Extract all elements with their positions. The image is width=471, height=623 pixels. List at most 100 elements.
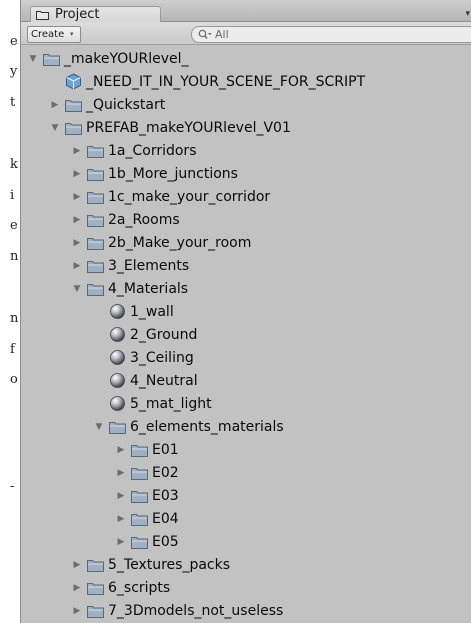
tree-row-label: E01 [152,442,179,458]
tree-row-label: 2b_Make_your_room [108,235,252,251]
folder-icon [131,537,148,549]
create-button-label: Create [31,29,65,40]
expand-arrow-right-icon[interactable]: ▶ [72,554,82,576]
expand-arrow-right-icon[interactable]: ▶ [72,140,82,162]
folder-icon [43,54,60,66]
tree-row-folder[interactable]: ▶ _Quickstart [21,94,471,116]
tree-row-folder[interactable]: ▼ 4_Materials [21,278,471,300]
dropdown-caret-icon: ▾ [70,30,74,38]
tree-row-folder[interactable]: ▶ E02 [21,462,471,484]
create-button[interactable]: Create ▾ [27,26,81,43]
folder-icon [109,422,126,434]
tree-row-asset[interactable]: _NEED_IT_IN_YOUR_SCENE_FOR_SCRIPT [21,71,471,93]
tree-row-asset[interactable]: 5_mat_light [21,393,471,415]
folder-icon [131,445,148,457]
expand-arrow-right-icon[interactable]: ▶ [116,485,126,507]
tab-bar: Project ▾ [21,0,471,23]
tree-row-folder[interactable]: ▶ E04 [21,508,471,530]
tab-label: Project [55,7,100,22]
expand-arrow-right-icon[interactable]: ▶ [72,163,82,185]
tree-row-folder[interactable]: ▶ E01 [21,439,471,461]
folder-icon [131,514,148,526]
tree-row-label: 3_Elements [108,258,190,274]
folder-icon [87,169,104,181]
left-text-char: i [10,188,15,203]
expand-arrow-down-icon[interactable]: ▼ [94,416,104,438]
expand-arrow-right-icon[interactable]: ▶ [72,186,82,208]
panel-menu-icon[interactable]: ▾ [465,9,470,19]
tree-row-asset[interactable]: 4_Neutral [21,370,471,392]
search-input[interactable]: All [191,26,471,43]
folder-icon [65,123,82,135]
folder-icon [87,261,104,273]
left-text-char: e [10,34,18,49]
tree-row-folder[interactable]: ▶ 1a_Corridors [21,140,471,162]
tree-row-folder[interactable]: ▶ 2a_Rooms [21,209,471,231]
expand-arrow-right-icon[interactable]: ▶ [72,577,82,599]
tree-row-label: 5_mat_light [130,396,212,412]
tree-row-folder[interactable]: ▶ 1c_make_your_corridor [21,186,471,208]
expand-arrow-right-icon[interactable]: ▶ [116,462,126,484]
tree-row-label: 2_Ground [130,327,198,343]
expand-arrow-down-icon[interactable]: ▼ [28,48,38,70]
material-sphere-icon [110,373,125,388]
expand-arrow-right-icon[interactable]: ▶ [72,600,82,622]
tree-row-folder[interactable]: ▶ E05 [21,531,471,553]
tree-row-label: PREFAB_makeYOURlevel_V01 [86,120,291,136]
tree-row-label: 5_Textures_packs [108,557,231,573]
tree-row-label: 6_scripts [108,580,171,596]
tree-row-asset[interactable]: 3_Ceiling [21,347,471,369]
expand-arrow-right-icon[interactable]: ▶ [72,209,82,231]
left-text-char: k [10,157,18,172]
tree-row-label: 1c_make_your_corridor [108,189,271,205]
material-sphere-icon [110,396,125,411]
material-sphere-icon [110,304,125,319]
tree-row-folder[interactable]: ▶ 7_3Dmodels_not_useless [21,600,471,622]
folder-icon [87,583,104,595]
tree-row-folder[interactable]: ▼ _makeYOURlevel_ [21,48,471,70]
folder-icon [87,146,104,158]
prefab-icon [66,73,81,90]
tree-row-label: E05 [152,534,179,550]
tree-row-folder[interactable]: ▶ 5_Textures_packs [21,554,471,576]
folder-icon [87,560,104,572]
left-text-char: e [10,218,18,233]
folder-icon [65,100,82,112]
expand-arrow-down-icon[interactable]: ▼ [72,278,82,300]
left-text-char: n [10,249,19,264]
tree-row-folder[interactable]: ▼ 6_elements_materials [21,416,471,438]
tree-row-folder[interactable]: ▶ 2b_Make_your_room [21,232,471,254]
expand-arrow-down-icon[interactable]: ▼ [50,117,60,139]
expand-arrow-right-icon[interactable]: ▶ [72,232,82,254]
search-icon [198,29,212,39]
tree-row-label: _makeYOURlevel_ [64,51,189,67]
tab-project[interactable]: Project [30,6,161,23]
left-cropped-text: e y t k i e n n f o - [0,0,20,623]
folder-icon [131,468,148,480]
expand-arrow-right-icon[interactable]: ▶ [116,439,126,461]
folder-icon [131,491,148,503]
tree-row-folder[interactable]: ▶ 3_Elements [21,255,471,277]
tree-row-asset[interactable]: 1_wall [21,301,471,323]
expand-arrow-right-icon[interactable]: ▶ [116,531,126,553]
project-toolbar: Create ▾ All [21,22,471,45]
expand-arrow-right-icon[interactable]: ▶ [116,508,126,530]
tree-row-folder[interactable]: ▶ 1b_More_junctions [21,163,471,185]
left-text-char: f [10,342,15,357]
tree-row-folder[interactable]: ▼ PREFAB_makeYOURlevel_V01 [21,117,471,139]
folder-icon [87,238,104,250]
tree-row-label: 1a_Corridors [108,143,197,159]
tree-row-asset[interactable]: 2_Ground [21,324,471,346]
tree-row-label: 3_Ceiling [130,350,194,366]
left-text-char: - [10,479,15,494]
expand-arrow-right-icon[interactable]: ▶ [72,255,82,277]
tree-row-label: 2a_Rooms [108,212,180,228]
tree-row-folder[interactable]: ▶ 6_scripts [21,577,471,599]
tree-row-folder[interactable]: ▶ E03 [21,485,471,507]
material-sphere-icon [110,350,125,365]
folder-icon [36,11,49,20]
tree-row-label: 6_elements_materials [130,419,284,435]
expand-arrow-right-icon[interactable]: ▶ [50,94,60,116]
tree-row-label: 4_Neutral [130,373,198,389]
tree-row-label: E04 [152,511,179,527]
